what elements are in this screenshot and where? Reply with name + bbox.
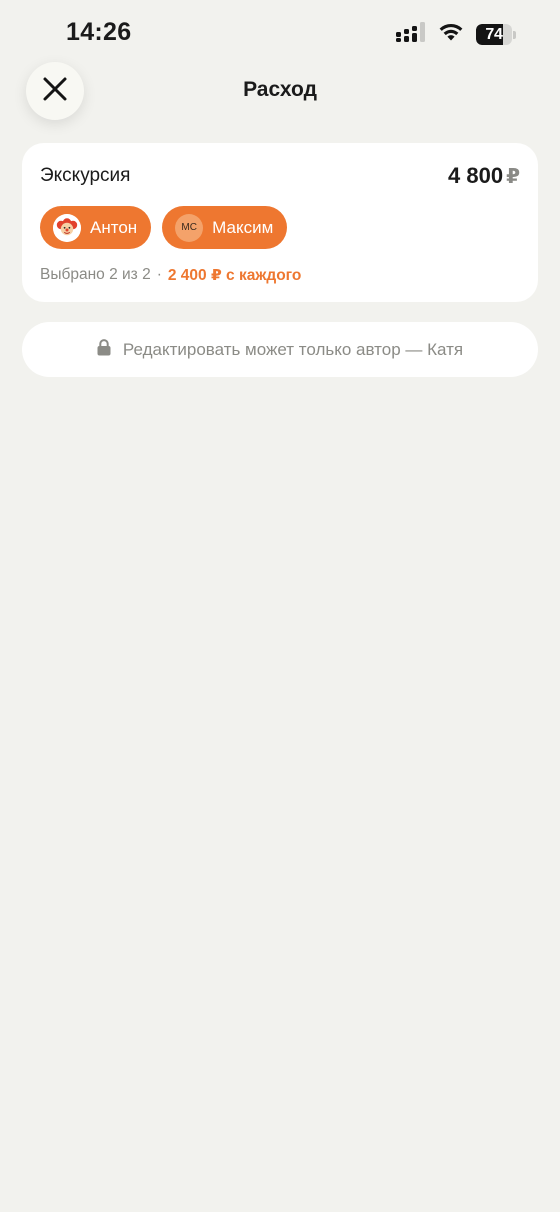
expense-card: Экскурсия 4 800 ₽ Антон МС Максим Выбран… <box>22 143 538 302</box>
edit-permission-notice: Редактировать может только автор — Катя <box>22 322 538 377</box>
selected-count: Выбрано 2 из 2 <box>40 266 151 283</box>
participant-name: Антон <box>90 217 138 237</box>
participant-chips: Антон МС Максим <box>40 206 288 249</box>
cellular-signal-icon <box>396 22 426 47</box>
split-summary: Выбрано 2 из 2 · 2 400 ₽ с каждого <box>40 266 301 285</box>
avatar-initials: МС <box>175 213 204 242</box>
per-person-amount: 2 400 ₽ с каждого <box>167 267 302 284</box>
status-icons: 74 <box>396 22 516 47</box>
participant-name: Максим <box>212 217 274 237</box>
notice-text: Редактировать может только автор — Катя <box>122 339 464 359</box>
wifi-icon <box>438 22 464 47</box>
status-time: 14:26 <box>66 18 132 46</box>
status-bar: 14:26 74 <box>0 0 560 64</box>
expense-amount: 4 800 ₽ <box>448 163 520 189</box>
expense-currency: ₽ <box>506 166 520 188</box>
lock-icon <box>97 338 111 361</box>
separator-dot: · <box>156 266 162 283</box>
battery-icon: 74 <box>476 24 516 45</box>
participant-chip-maksim[interactable]: МС Максим <box>162 206 288 249</box>
expense-amount-value: 4 800 <box>448 163 504 188</box>
participant-chip-anton[interactable]: Антон <box>40 206 152 249</box>
clown-avatar-icon <box>53 213 81 242</box>
battery-percentage: 74 <box>485 25 503 43</box>
expense-name: Экскурсия <box>40 165 131 186</box>
page-title: Расход <box>243 78 317 101</box>
